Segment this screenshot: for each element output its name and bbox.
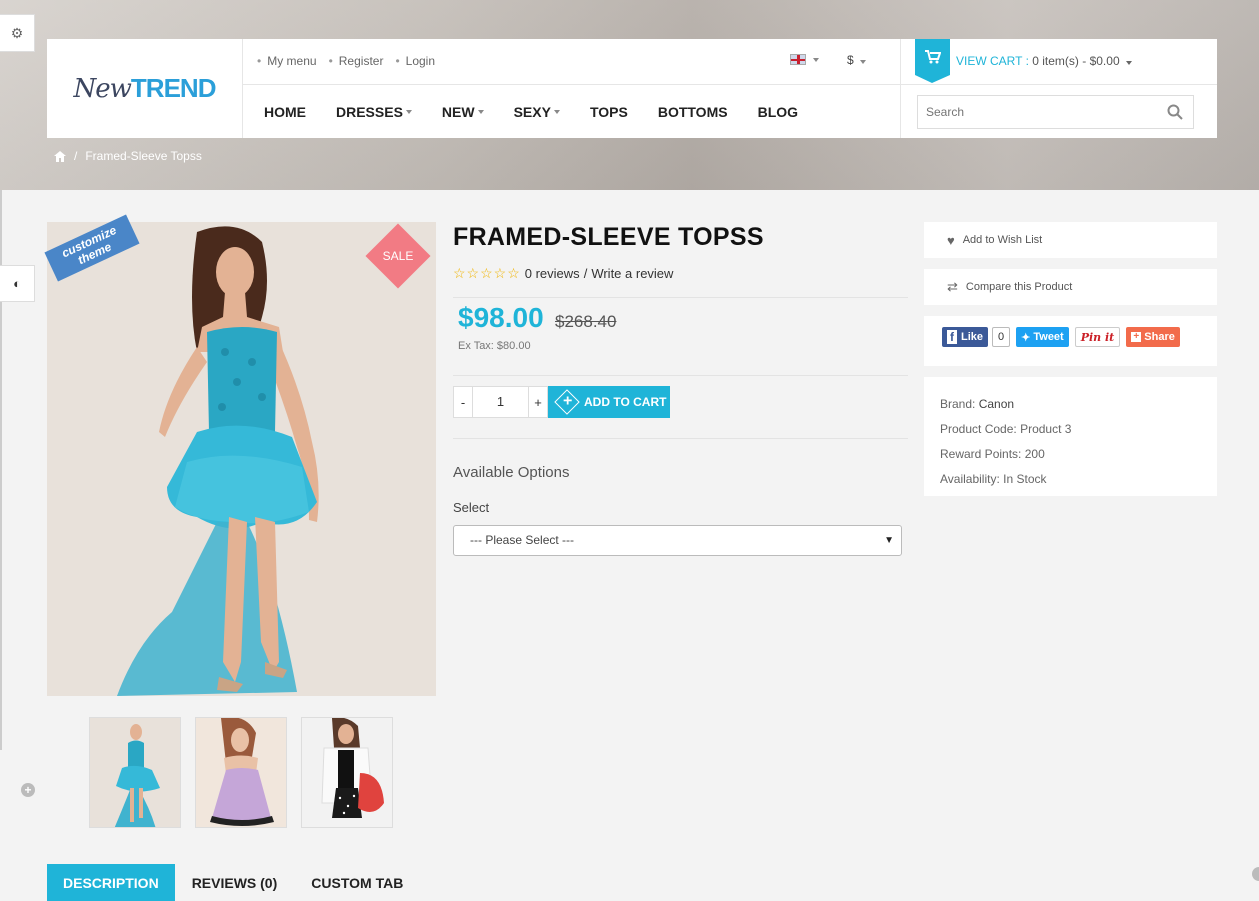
wishlist-box: ♥ Add to Wish List xyxy=(924,222,1217,258)
logo[interactable]: New TREND xyxy=(47,39,243,138)
add-to-wishlist-link[interactable]: ♥ Add to Wish List xyxy=(924,222,1217,258)
heart-icon: ♥ xyxy=(947,232,955,248)
qty-input[interactable]: 1 xyxy=(473,386,528,418)
quantity-stepper: - 1 + + ADD TO CART xyxy=(453,386,670,418)
tab-description[interactable]: DESCRIPTION xyxy=(47,864,175,901)
meta-availability: Availability: In Stock xyxy=(940,472,1047,486)
product-title: FRAMED-SLEEVE TOPSS xyxy=(453,223,764,251)
chevron-down-icon xyxy=(405,110,412,114)
settings-gear-icon[interactable]: ⚙ xyxy=(0,14,35,52)
qty-increase-button[interactable]: + xyxy=(528,386,548,418)
chevron-down-icon xyxy=(553,110,560,114)
language-selector[interactable] xyxy=(790,54,819,65)
divider xyxy=(453,297,908,298)
nav-new[interactable]: NEW xyxy=(442,104,484,120)
nav-sexy[interactable]: SEXY xyxy=(514,104,560,120)
brand-link[interactable]: Canon xyxy=(979,397,1014,411)
nav-bottoms[interactable]: BOTTOMS xyxy=(658,104,728,120)
cart-summary[interactable]: VIEW CART : 0 item(s) - $0.00 xyxy=(956,54,1132,68)
facebook-like-button[interactable]: f Like xyxy=(942,327,989,347)
like-count: 0 xyxy=(992,327,1011,347)
search-box xyxy=(917,95,1194,129)
write-review-link[interactable]: Write a review xyxy=(591,266,673,281)
available-options-heading: Available Options xyxy=(453,464,570,481)
nav-tops[interactable]: TOPS xyxy=(590,104,628,120)
thumbnail-list xyxy=(89,717,393,828)
site-header: New TREND • My menu • Register • Login $ HOM… xyxy=(47,39,1217,138)
logo-text-new: New xyxy=(73,73,132,104)
facebook-icon: f xyxy=(947,330,957,344)
uk-flag-icon xyxy=(790,54,806,65)
option-select[interactable]: --- Please Select --- ▼ xyxy=(453,525,902,556)
top-links: • My menu • Register • Login xyxy=(257,54,435,68)
breadcrumb-separator: / xyxy=(74,149,78,163)
nav-home[interactable]: HOME xyxy=(264,104,306,120)
top-bar: • My menu • Register • Login $ xyxy=(243,39,900,85)
product-main-image[interactable] xyxy=(47,222,436,696)
divider xyxy=(453,375,908,376)
qty-decrease-button[interactable]: - xyxy=(453,386,473,418)
chevron-down-icon xyxy=(813,57,819,62)
product-old-price: $268.40 xyxy=(555,312,617,331)
twitter-icon: ✦ xyxy=(1021,331,1031,344)
rating-stars-icon: ☆☆☆☆☆ xyxy=(453,265,521,281)
search-area xyxy=(900,85,1217,138)
chevron-down-icon xyxy=(1125,61,1132,65)
social-box: f Like 0 ✦ Tweet Pin it + Share xyxy=(924,316,1217,366)
tweet-button[interactable]: ✦ Tweet xyxy=(1016,327,1069,347)
product-price: $98.00 xyxy=(458,302,544,333)
currency-selector[interactable]: $ xyxy=(847,53,867,67)
top-link-login[interactable]: • Login xyxy=(395,54,435,68)
logo-text-trend: TREND xyxy=(130,73,217,103)
rating-row: ☆☆☆☆☆ 0 reviews / Write a review xyxy=(453,265,673,282)
compare-box: ⇄ Compare this Product xyxy=(924,269,1217,305)
nav-dresses[interactable]: DRESSES xyxy=(336,104,412,120)
nav-blog[interactable]: BLOG xyxy=(758,104,798,120)
share-button[interactable]: + Share xyxy=(1126,327,1180,347)
review-separator: / xyxy=(583,266,588,281)
expand-plus-icon[interactable]: + xyxy=(21,783,35,797)
sale-badge-label: SALE xyxy=(382,249,414,263)
thumbnail-1[interactable] xyxy=(89,717,181,828)
cart-icon xyxy=(915,39,950,83)
product-tabs: DESCRIPTION REVIEWS (0) CUSTOM TAB xyxy=(47,864,420,901)
select-label: Select xyxy=(453,500,490,515)
chevron-down-icon xyxy=(860,60,867,64)
add-to-cart-button[interactable]: + ADD TO CART xyxy=(548,386,670,418)
search-icon[interactable] xyxy=(1167,104,1183,120)
main-nav: HOME DRESSES NEW SEXY TOPS BOTTOMS BLOG xyxy=(243,86,900,138)
dropdown-arrow-icon: ▼ xyxy=(884,535,894,546)
product-meta-box: Brand: Canon Product Code: Product 3 Rew… xyxy=(924,377,1217,496)
ex-tax-price: Ex Tax: $80.00 xyxy=(458,340,531,352)
meta-reward-points: Reward Points: 200 xyxy=(940,447,1045,461)
add-plus-icon: + xyxy=(554,389,580,415)
exchange-icon: ⇄ xyxy=(947,279,958,294)
cart-widget[interactable]: VIEW CART : 0 item(s) - $0.00 xyxy=(900,39,1217,85)
chevron-down-icon xyxy=(477,110,484,114)
breadcrumb-current[interactable]: Framed-Sleeve Topss xyxy=(85,149,202,163)
top-link-my-menu[interactable]: • My menu xyxy=(257,54,317,68)
share-plus-icon: + xyxy=(1131,332,1142,342)
compare-product-link[interactable]: ⇄ Compare this Product xyxy=(924,269,1217,305)
reviews-count-link[interactable]: 0 reviews xyxy=(525,266,580,281)
top-link-register[interactable]: • Register xyxy=(329,54,384,68)
tab-custom[interactable]: CUSTOM TAB xyxy=(294,864,420,901)
pinterest-button[interactable]: Pin it xyxy=(1074,327,1121,347)
home-icon[interactable] xyxy=(54,150,66,162)
meta-brand: Brand: Canon xyxy=(940,397,1015,411)
thumbnail-3[interactable] xyxy=(301,717,393,828)
meta-product-code: Product Code: Product 3 xyxy=(940,422,1072,436)
expand-plus-icon-right[interactable] xyxy=(1252,867,1259,881)
breadcrumb: / Framed-Sleeve Topss xyxy=(54,149,202,163)
thumbnail-2[interactable] xyxy=(195,717,287,828)
search-input[interactable] xyxy=(918,96,1148,128)
tab-reviews[interactable]: REVIEWS (0) xyxy=(175,864,295,901)
divider xyxy=(453,438,908,439)
contrast-toggle-icon[interactable]: ◐ xyxy=(0,265,35,302)
